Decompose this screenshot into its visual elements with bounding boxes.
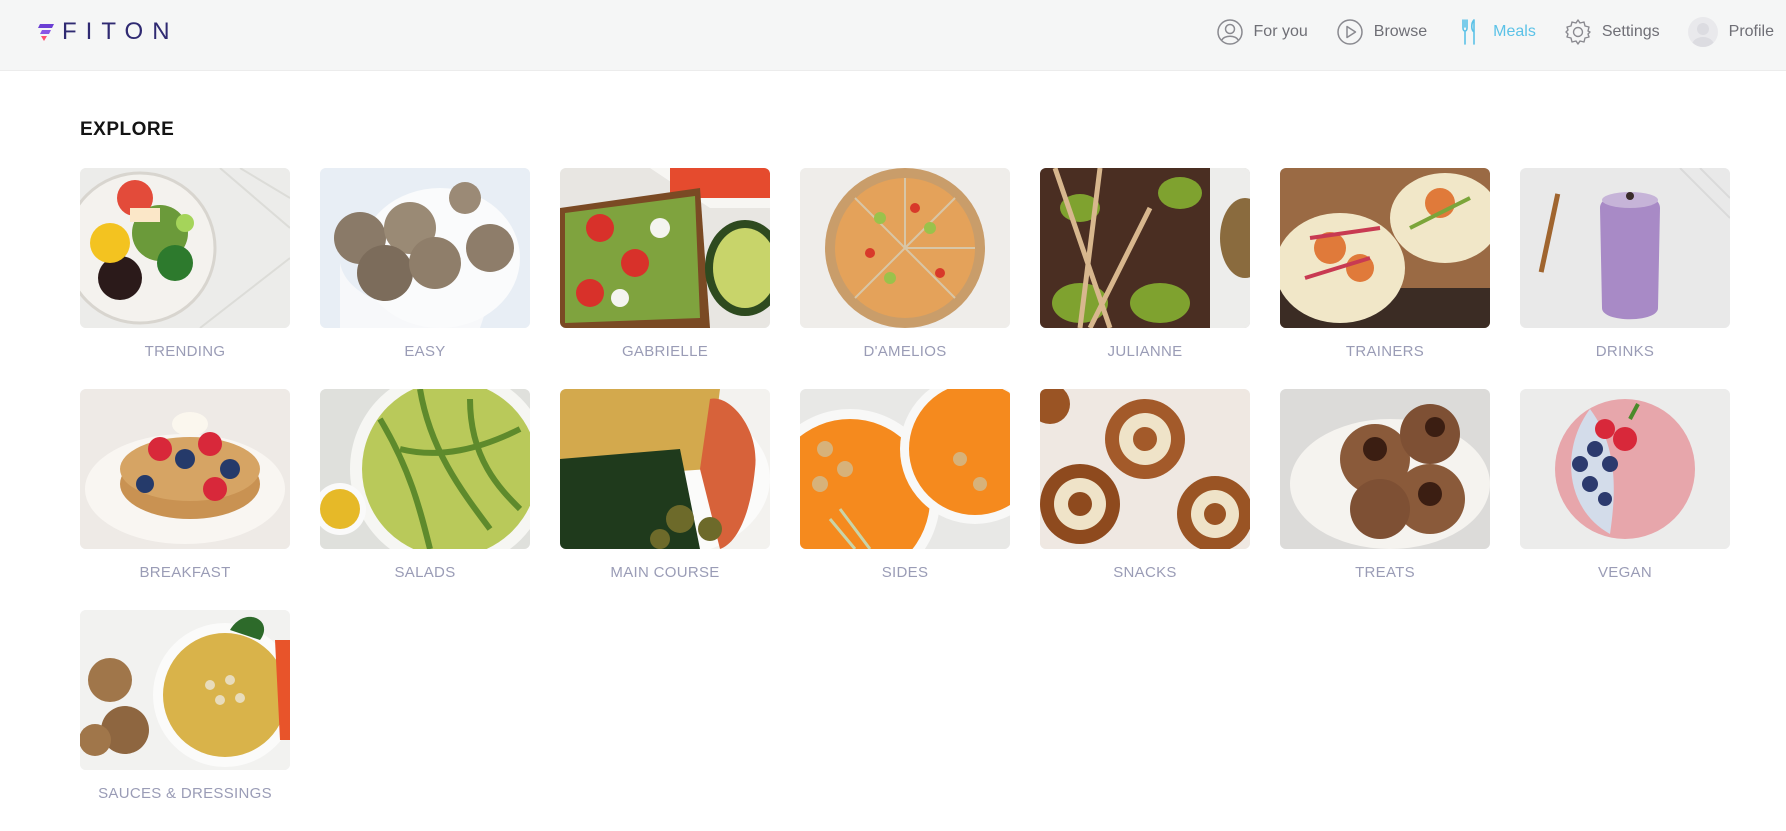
category-label: TRENDING [144, 343, 226, 360]
user-circle-icon [1216, 18, 1244, 46]
category-card-sauces-dressings[interactable]: SAUCES & DRESSINGS [80, 610, 290, 831]
top-navigation-bar: FITON For you Browse Meals Settings Prof… [0, 0, 1786, 71]
play-circle-icon [1336, 18, 1364, 46]
category-label: DRINKS [1595, 343, 1655, 360]
category-image-gabrielle [560, 168, 770, 328]
category-image-sides [800, 389, 1010, 549]
category-card-treats[interactable]: TREATS [1280, 389, 1490, 610]
category-label: VEGAN [1597, 564, 1652, 581]
gear-icon [1564, 18, 1592, 46]
category-image-salads [320, 389, 530, 549]
category-label: SALADS [394, 564, 456, 581]
logo-text: FITON [62, 18, 179, 45]
category-image-vegan [1520, 389, 1730, 549]
nav-meals[interactable]: Meals [1455, 12, 1536, 52]
category-image-trending [80, 168, 290, 328]
category-card-main-course[interactable]: MAIN COURSE [560, 389, 770, 610]
category-label: JULIANNE [1107, 343, 1183, 360]
meal-category-grid: TRENDING EASY GABRIELLE D'AMELIOS JULIAN… [80, 168, 1730, 831]
category-image-drinks [1520, 168, 1730, 328]
category-label: TRAINERS [1345, 343, 1425, 360]
category-label: MAIN COURSE [610, 564, 720, 581]
category-image-snacks [1040, 389, 1250, 549]
fiton-logo-icon [38, 24, 54, 41]
nav-settings-label: Settings [1601, 23, 1660, 40]
category-card-trainers[interactable]: TRAINERS [1280, 168, 1490, 389]
section-title-explore: EXPLORE [80, 119, 175, 140]
nav-settings[interactable]: Settings [1564, 12, 1660, 52]
category-card-trending[interactable]: TRENDING [80, 168, 290, 389]
category-image-sauces-dressings [80, 610, 290, 770]
category-label: SIDES [881, 564, 929, 581]
nav-for-you[interactable]: For you [1216, 12, 1308, 52]
category-image-julianne [1040, 168, 1250, 328]
nav-for-you-label: For you [1253, 23, 1308, 40]
category-image-trainers [1280, 168, 1490, 328]
category-image-easy [320, 168, 530, 328]
nav-browse-label: Browse [1373, 23, 1428, 40]
category-card-snacks[interactable]: SNACKS [1040, 389, 1250, 610]
category-card-sides[interactable]: SIDES [800, 389, 1010, 610]
avatar [1687, 17, 1718, 47]
category-label: SAUCES & DRESSINGS [98, 785, 272, 802]
fiton-logo[interactable]: FITON [38, 18, 179, 46]
category-card-breakfast[interactable]: BREAKFAST [80, 389, 290, 610]
nav-profile[interactable]: Profile [1687, 12, 1774, 52]
category-label: TREATS [1355, 564, 1415, 581]
category-label: GABRIELLE [621, 343, 709, 360]
category-image-breakfast [80, 389, 290, 549]
category-card-gabrielle[interactable]: GABRIELLE [560, 168, 770, 389]
category-label: D'AMELIOS [863, 343, 947, 360]
nav-profile-label: Profile [1728, 23, 1774, 40]
category-card-salads[interactable]: SALADS [320, 389, 530, 610]
category-card-easy[interactable]: EASY [320, 168, 530, 389]
main-nav: For you Browse Meals Settings Profile [1188, 0, 1774, 64]
category-label: BREAKFAST [139, 564, 231, 581]
category-label: EASY [404, 343, 446, 360]
category-image-damelios [800, 168, 1010, 328]
category-image-main-course [560, 389, 770, 549]
category-card-damelios[interactable]: D'AMELIOS [800, 168, 1010, 389]
category-card-julianne[interactable]: JULIANNE [1040, 168, 1250, 389]
category-card-drinks[interactable]: DRINKS [1520, 168, 1730, 389]
category-card-vegan[interactable]: VEGAN [1520, 389, 1730, 610]
nav-browse[interactable]: Browse [1336, 12, 1427, 52]
category-label: SNACKS [1113, 564, 1177, 581]
utensils-icon [1455, 18, 1483, 46]
nav-meals-label: Meals [1493, 23, 1536, 40]
category-image-treats [1280, 389, 1490, 549]
